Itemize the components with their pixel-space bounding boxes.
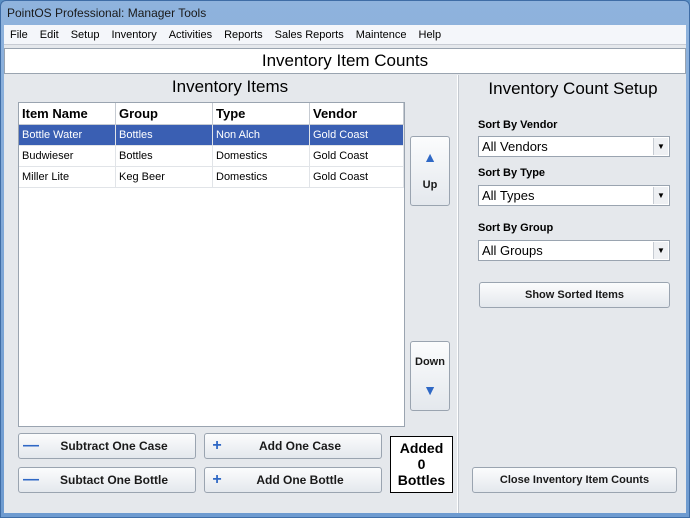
cell-item-name: Miller Lite (19, 167, 116, 187)
cell-group: Keg Beer (116, 167, 213, 187)
subtract-case-label: Subtract One Case (60, 439, 168, 453)
column-type[interactable]: Type (213, 103, 310, 124)
cell-item-name: Budwieser (19, 146, 116, 166)
menu-sales-reports[interactable]: Sales Reports (269, 29, 350, 41)
vendor-select-value: All Vendors (482, 139, 548, 154)
table-header: Item Name Group Type Vendor (19, 103, 404, 125)
cell-vendor: Gold Coast (310, 125, 404, 145)
up-label: Up (422, 179, 438, 191)
client-area: Inventory Item Counts Inventory Items In… (4, 45, 686, 513)
table-row[interactable]: Budwieser Bottles Domestics Gold Coast (19, 146, 404, 167)
vendor-select[interactable]: All Vendors ▼ (478, 136, 670, 157)
cell-type: Domestics (213, 146, 310, 166)
added-count: 0 (417, 456, 426, 472)
menu-bar: File Edit Setup Inventory Activities Rep… (4, 25, 686, 45)
minus-icon: — (23, 437, 39, 454)
added-label: Added (399, 440, 444, 456)
arrow-up-icon: ▲ (423, 149, 437, 165)
sort-group-label: Sort By Group (478, 222, 554, 234)
menu-inventory[interactable]: Inventory (105, 29, 162, 41)
sort-vendor-label: Sort By Vendor (478, 119, 558, 131)
cell-item-name: Bottle Water (19, 125, 116, 145)
chevron-down-icon[interactable]: ▼ (653, 138, 668, 155)
move-down-button[interactable]: Down ▼ (410, 341, 450, 411)
close-inventory-counts-button[interactable]: Close Inventory Item Counts (472, 467, 677, 493)
add-case-label: Add One Case (258, 439, 342, 453)
menu-help[interactable]: Help (413, 29, 448, 41)
cell-group: Bottles (116, 146, 213, 166)
add-one-case-button[interactable]: + Add One Case (204, 433, 382, 459)
type-select[interactable]: All Types ▼ (478, 185, 670, 206)
menu-reports[interactable]: Reports (218, 29, 269, 41)
inventory-items-title: Inventory Items (171, 77, 289, 96)
panel-divider (457, 75, 459, 513)
subtract-bottle-label: Subtact One Bottle (59, 473, 168, 487)
menu-file[interactable]: File (4, 29, 34, 41)
plus-icon: + (212, 437, 222, 454)
down-label: Down (415, 356, 445, 368)
cell-type: Domestics (213, 167, 310, 187)
added-count-display: Added 0 Bottles (390, 436, 453, 493)
inventory-table: Item Name Group Type Vendor Bottle Water… (18, 102, 405, 427)
move-up-button[interactable]: ▲ Up (410, 136, 450, 206)
menu-edit[interactable]: Edit (34, 29, 65, 41)
cell-vendor: Gold Coast (310, 146, 404, 166)
subtract-one-case-button[interactable]: — Subtract One Case (18, 433, 196, 459)
added-unit: Bottles (397, 472, 446, 488)
chevron-down-icon[interactable]: ▼ (653, 187, 668, 204)
menu-activities[interactable]: Activities (163, 29, 218, 41)
menu-maintence[interactable]: Maintence (350, 29, 413, 41)
page-title: Inventory Item Counts (4, 48, 686, 74)
menu-setup[interactable]: Setup (65, 29, 106, 41)
cell-group: Bottles (116, 125, 213, 145)
subtract-one-bottle-button[interactable]: — Subtact One Bottle (18, 467, 196, 493)
add-bottle-label: Add One Bottle (256, 473, 344, 487)
cell-vendor: Gold Coast (310, 167, 404, 187)
app-window: PointOS Professional: Manager Tools File… (0, 0, 690, 518)
sort-type-label: Sort By Type (478, 167, 546, 179)
column-vendor[interactable]: Vendor (310, 103, 404, 124)
show-sorted-items-button[interactable]: Show Sorted Items (479, 282, 670, 308)
column-item-name[interactable]: Item Name (19, 103, 116, 124)
type-select-value: All Types (482, 188, 535, 203)
window-title: PointOS Professional: Manager Tools (7, 6, 207, 20)
arrow-down-icon: ▼ (423, 382, 437, 398)
group-select-value: All Groups (482, 243, 543, 258)
column-group[interactable]: Group (116, 103, 213, 124)
add-one-bottle-button[interactable]: + Add One Bottle (204, 467, 382, 493)
count-setup-title: Inventory Count Setup (488, 79, 658, 98)
table-row[interactable]: Miller Lite Keg Beer Domestics Gold Coas… (19, 167, 404, 188)
group-select[interactable]: All Groups ▼ (478, 240, 670, 261)
chevron-down-icon[interactable]: ▼ (653, 242, 668, 259)
cell-type: Non Alch (213, 125, 310, 145)
plus-icon: + (212, 471, 222, 488)
table-row[interactable]: Bottle Water Bottles Non Alch Gold Coast (19, 125, 404, 146)
minus-icon: — (23, 471, 39, 488)
